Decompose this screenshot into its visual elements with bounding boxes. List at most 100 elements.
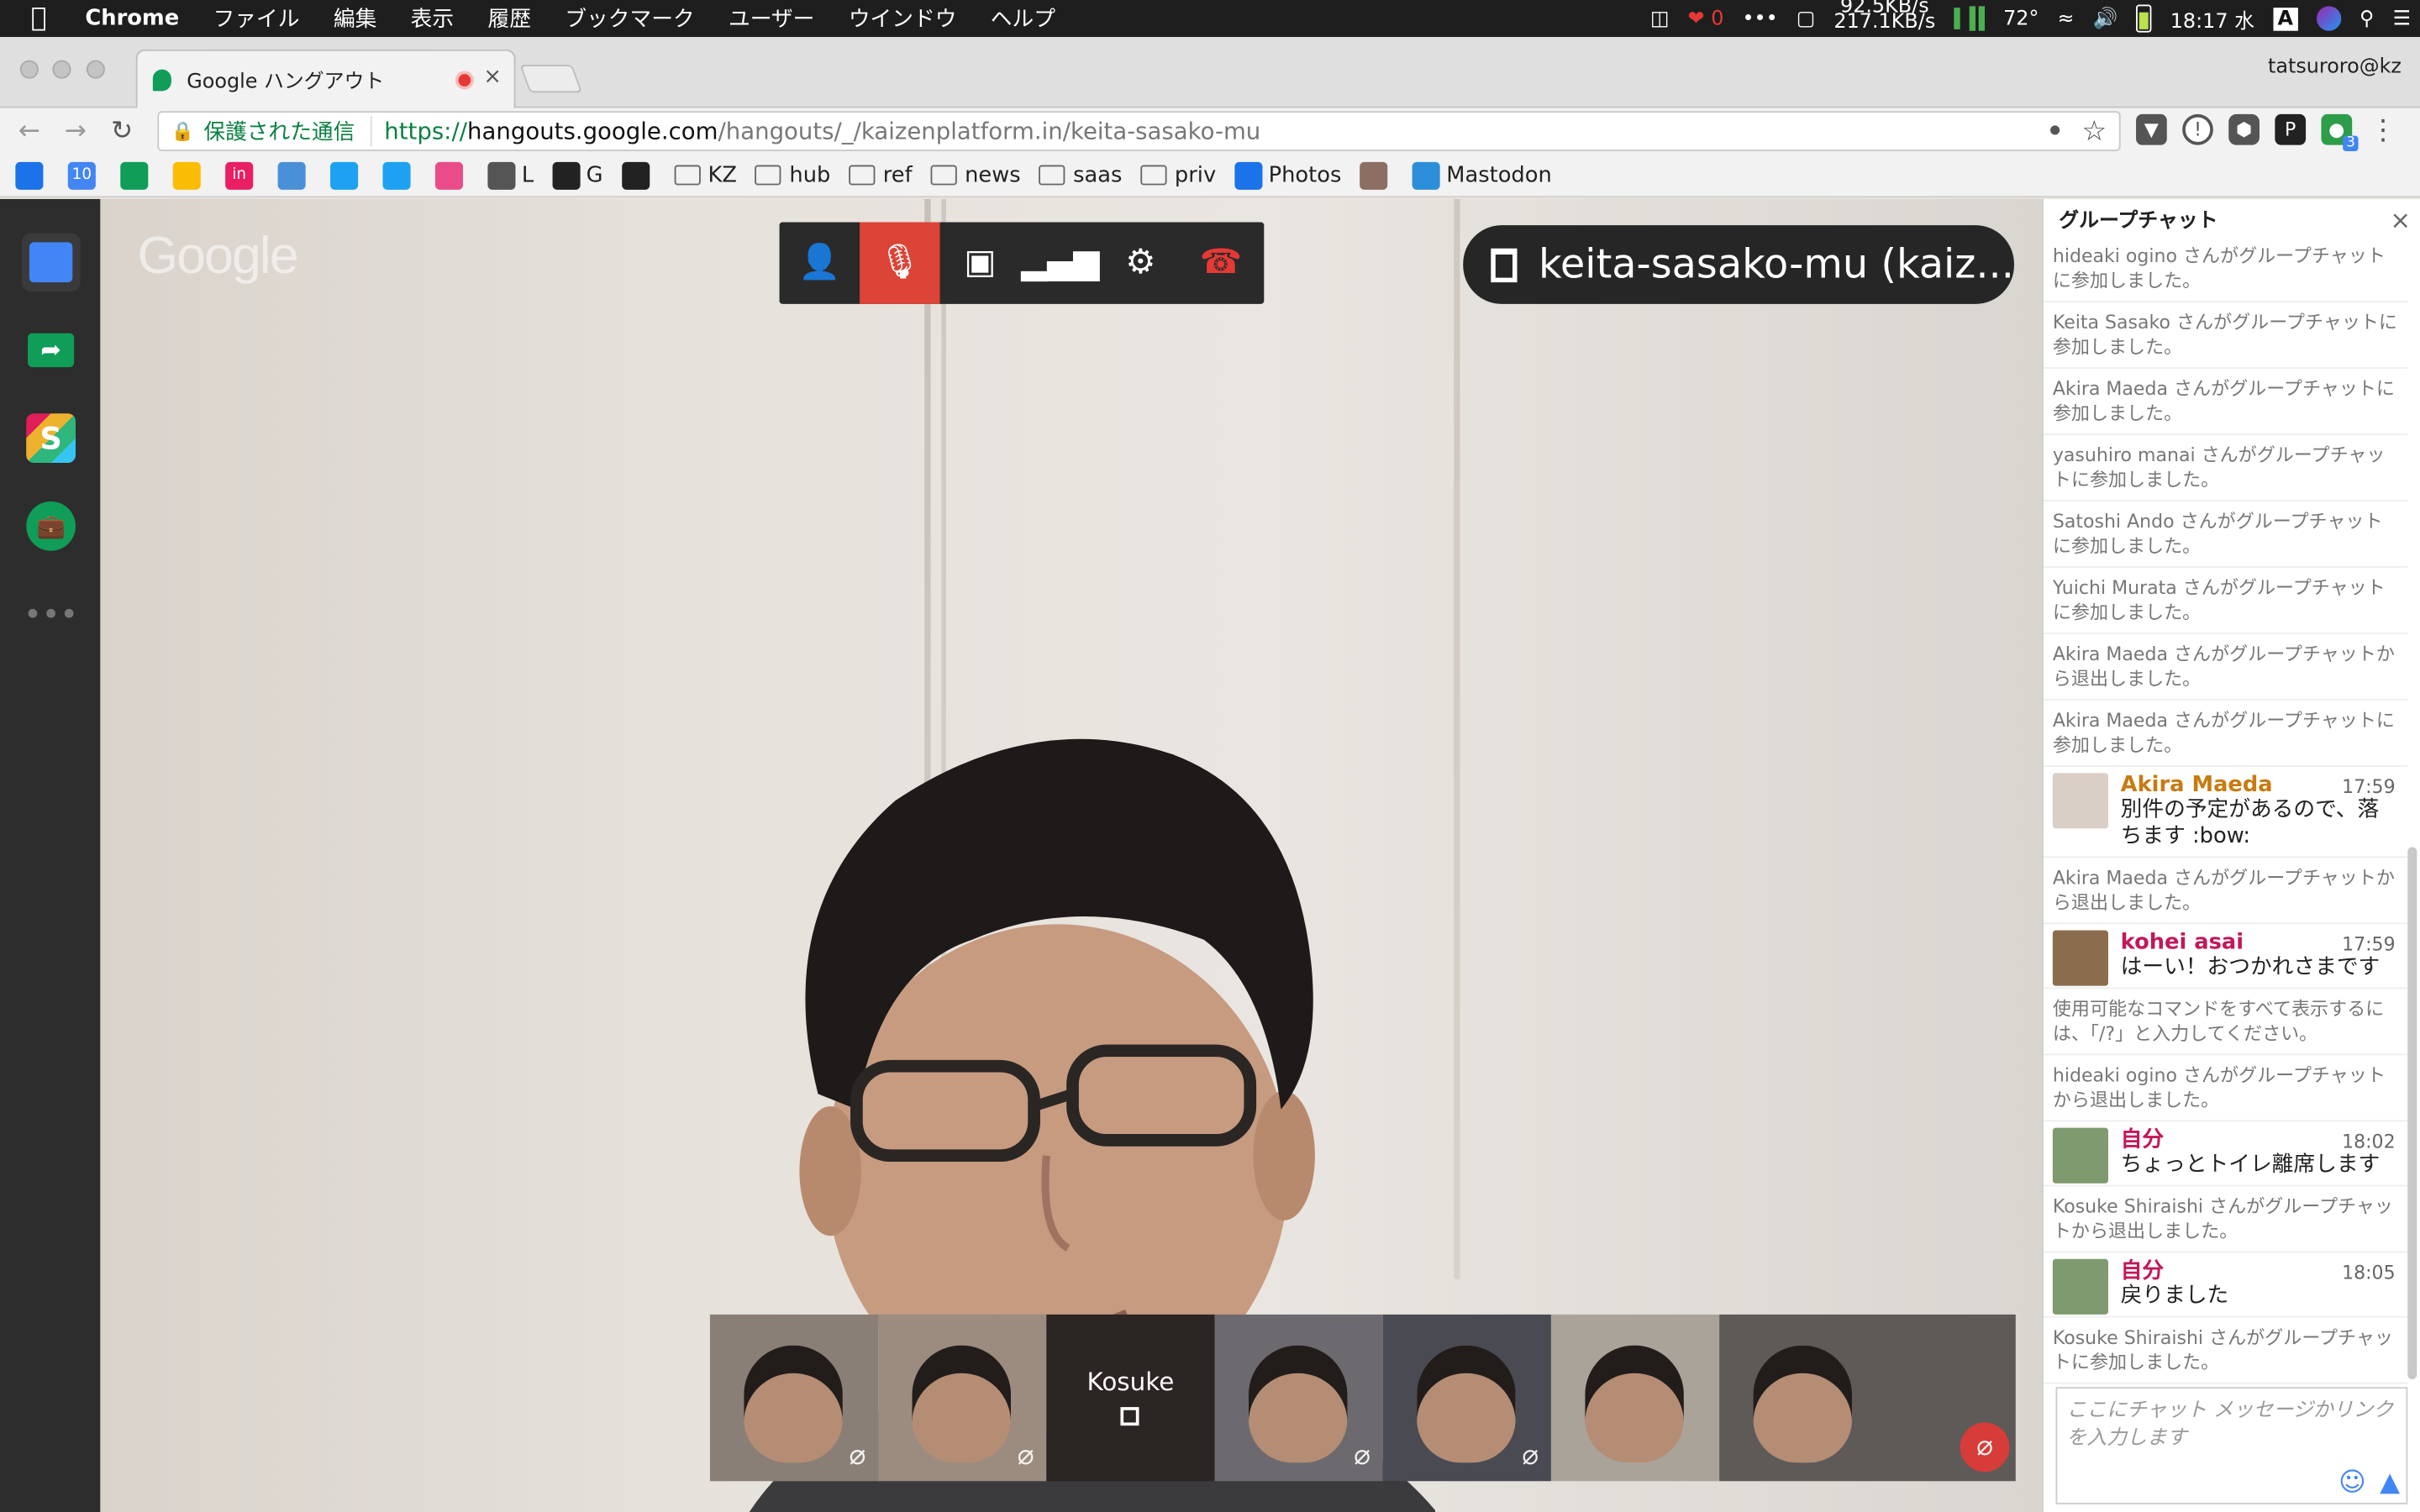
more-dots-icon[interactable]: ••• [1733,0,1786,37]
participant-thumbnail[interactable]: Kosuke [1046,1314,1215,1482]
temperature[interactable]: 72° [1994,0,2048,37]
system-message: Kosuke Shiraishi さんがグループチャットに参加しました。 [2043,1318,2408,1384]
participant-thumbnail[interactable]: ⌀ [709,1314,879,1482]
bookmark-photos[interactable]: Photos [1234,160,1341,190]
menu-view[interactable]: 表示 [393,0,471,37]
bookmark-saas[interactable]: saas [1039,163,1122,187]
bookmark-dribbble[interactable] [434,160,469,190]
add-person-icon[interactable]: 👤 [780,222,860,303]
tab-close-icon[interactable]: × [483,65,502,89]
chat-input[interactable]: ここにチャット メッセージかリンクを入力します ☺ ▲ [2055,1387,2408,1504]
chrome-menu-icon[interactable]: ⋮ [2368,113,2399,146]
participant-thumbnail[interactable]: ⌀ [1214,1314,1383,1482]
volume-icon[interactable]: 🔊 [2084,0,2128,37]
menu-app-name[interactable]: Chrome [68,0,196,37]
bookmark-ref[interactable]: ref [849,162,913,188]
hangouts-extension-icon[interactable]: ● 3 [2321,113,2359,152]
more-apps-icon[interactable]: ••• [22,585,81,643]
address-bar[interactable]: 🔒 保護された通信 https://hangouts.google.com/ha… [157,111,2121,152]
bookmark-twitter[interactable] [382,160,417,190]
participant-face [1585,1345,1684,1463]
input-source[interactable]: A [2264,0,2307,37]
emoji-icon[interactable]: ☺ [2338,1469,2366,1497]
room-title-pill[interactable]: keita-sasako-mu (kaiz... [1463,225,2014,304]
google-logo: Google [137,227,298,286]
menu-bookmarks[interactable]: ブックマーク [548,0,712,37]
menu-users[interactable]: ユーザー [712,0,832,37]
hexagon-extension-icon[interactable]: ⬢ [2228,113,2260,145]
bookmark-star-icon[interactable]: ☆ [2081,115,2107,148]
avatar[interactable] [2052,773,2108,829]
bandwidth-icon[interactable]: ▂▄▆ [1020,222,1101,303]
camera-in-use-icon[interactable]: ⚫ [2047,119,2064,143]
bookmark-github[interactable] [621,160,655,190]
participant-thumbnail[interactable]: ⌀ [878,1314,1047,1482]
p-extension-icon[interactable]: P [2275,113,2307,145]
cpu-graph-icon[interactable] [1944,0,1994,37]
window-icon[interactable]: ▢ [1787,0,1825,37]
menu-window[interactable]: ウインドウ [832,0,974,37]
bookmark-tweetdeck[interactable] [330,160,364,190]
bookmark-l[interactable]: L [487,160,534,190]
bookmark-hub[interactable]: hub [755,163,830,187]
lock-icon: 🔒 [171,120,195,142]
window-zoom-button[interactable] [86,60,105,79]
siri-icon[interactable] [2307,0,2350,37]
window-minimize-button[interactable] [52,60,71,79]
menu-edit[interactable]: 編集 [317,0,394,37]
main-video: Google 👤 🎙 ▣ ▂▄▆ ⚙ ☎ keita-sasako-mu (ka… [100,198,2043,1512]
participant-thumbnail[interactable]: ⌀ [1719,1314,2016,1482]
chat-scrollbar[interactable] [2407,847,2417,1380]
participant-thumbnail[interactable]: ⌀ [1382,1314,1551,1482]
chat-icon[interactable] [21,233,81,292]
bookmark-priv[interactable]: priv [1140,163,1216,187]
bookmark-invision[interactable]: in [225,160,259,190]
info-extension-icon[interactable]: ! [2182,113,2213,145]
menu-history[interactable]: 履歴 [471,0,548,37]
video-off-icon[interactable]: ▣ [940,222,1021,303]
bookmark-label: ref [882,162,913,188]
chat-close-icon[interactable]: × [2390,205,2411,234]
menu-help[interactable]: ヘルプ [974,0,1073,37]
reload-icon[interactable]: ↻ [99,116,145,147]
settings-gear-icon[interactable]: ⚙ [1101,222,1181,303]
bookmark-kz[interactable]: KZ [674,163,737,187]
mic-muted-icon[interactable]: 🎙 [860,222,940,304]
bookmark-news[interactable]: news [930,163,1021,187]
bookmark-q[interactable] [15,160,49,190]
window-close-button[interactable] [19,60,39,79]
back-arrow-icon[interactable]: ← [6,116,52,147]
new-tab-button[interactable] [519,65,582,93]
hang-up-icon[interactable]: ☎ [1181,222,1261,303]
participant-thumbnail[interactable] [1550,1314,1720,1482]
avatar[interactable] [2052,930,2108,986]
wifi-icon[interactable]: ≈ [2048,0,2083,37]
bookmark-mastodon[interactable]: Mastodon [1412,160,1552,190]
drive-attach-icon[interactable]: ▲ [2380,1469,2400,1497]
bookmark-label: KZ [708,162,737,188]
pocket-icon[interactable]: ▼ [2136,113,2167,145]
profile-name[interactable]: tatsuroro@kz [2268,55,2402,79]
sidebar-toggle-icon[interactable]: ◫ [1641,0,1679,37]
bookmark-calendar[interactable]: 10 [67,160,102,190]
bookmark-k-app[interactable] [1360,160,1393,190]
notification-center-icon[interactable]: ☰ [2384,0,2420,37]
secure-label[interactable]: 保護された通信 [203,115,372,147]
slack-icon[interactable]: S [22,409,81,468]
bookmark-drive[interactable] [172,160,207,190]
avatar[interactable] [2052,1258,2108,1315]
broken-heart-icon[interactable]: ❤ 0 [1679,0,1733,37]
screenshare-icon[interactable]: ➦ [22,321,81,380]
spotlight-search-icon[interactable]: ⚲ [2350,0,2384,37]
bookmark-k[interactable] [277,160,312,190]
menu-file[interactable]: ファイル [196,0,316,37]
briefcase-icon[interactable]: 💼 [22,496,81,555]
avatar[interactable] [2052,1127,2108,1184]
tab-hangouts[interactable]: Google ハングアウト × [135,49,516,108]
bookmark-g[interactable]: G [552,160,603,190]
bookmark-hangouts[interactable] [120,160,154,190]
battery-icon[interactable] [2127,0,2160,37]
clock[interactable]: 18:17 水 [2161,0,2264,37]
apple-menu-icon[interactable]:  [0,0,68,37]
forward-arrow-icon[interactable]: → [52,116,98,147]
